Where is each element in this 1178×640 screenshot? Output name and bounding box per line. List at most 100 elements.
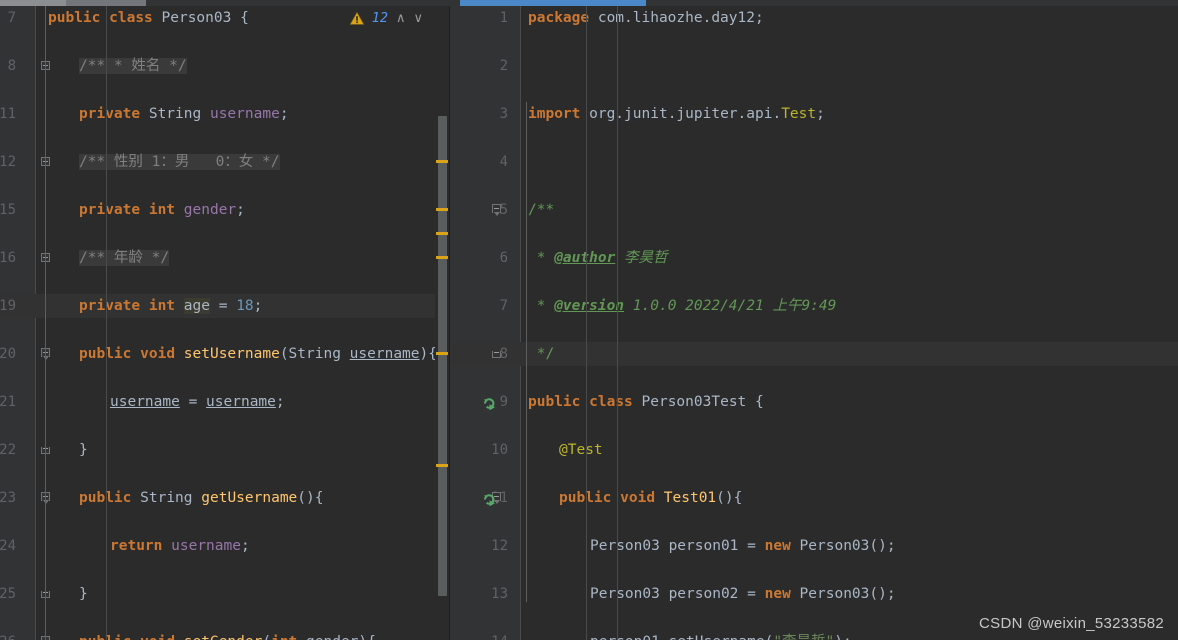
line-number: 4	[499, 154, 508, 170]
code-line[interactable]: 4	[450, 150, 1178, 174]
code-text[interactable]: public void Test01(){	[528, 486, 742, 510]
token-kw: new	[764, 538, 791, 554]
token-kw: public	[48, 10, 101, 26]
warning-marker[interactable]	[436, 160, 448, 163]
code-line[interactable]: 12 Person03 person01 = new Person03();	[450, 534, 1178, 558]
left-editor-pane[interactable]: 7 public class Person03 {8/** * 姓名 */11 pr…	[0, 6, 449, 640]
token-kw: package	[528, 10, 590, 26]
warning-marker[interactable]	[436, 352, 448, 355]
token-plain: ;	[253, 298, 263, 314]
code-text[interactable]: Person03 person02 = new Person03();	[528, 582, 896, 606]
code-text[interactable]: public String getUsername(){	[48, 486, 323, 510]
line-number: 14	[456, 630, 508, 640]
code-text[interactable]: * @author 李昊哲	[528, 246, 668, 270]
indent-guide	[106, 6, 107, 640]
code-text[interactable]: /** 年龄 */	[48, 246, 170, 270]
token-param: gender	[306, 634, 358, 640]
token-hl-ident: age	[183, 298, 210, 314]
right-editor-code-rows[interactable]: 1 package com.lihaozhe.day12; 2 3 import org…	[450, 6, 1178, 640]
token-plain: (	[262, 634, 271, 640]
inspection-widget[interactable]: 12 ∧ ∨	[349, 10, 423, 26]
code-text[interactable]: }	[48, 582, 88, 606]
left-editor-marker-stripe[interactable]	[435, 6, 449, 640]
left-vertical-scrollbar-thumb[interactable]	[438, 116, 447, 596]
left-editor-code-rows[interactable]: 7 public class Person03 {8/** * 姓名 */11 pr…	[0, 6, 449, 640]
token-kw: new	[764, 586, 791, 602]
code-line[interactable]: 20public void setUsername(String usernam…	[0, 342, 449, 366]
warning-marker[interactable]	[436, 256, 448, 259]
fold-collapse-icon[interactable]	[492, 204, 501, 216]
warning-marker[interactable]	[436, 464, 448, 467]
warning-marker[interactable]	[436, 232, 448, 235]
code-line[interactable]: 23 public String getUsername(){	[0, 486, 449, 510]
code-line[interactable]: 10 @Test	[450, 438, 1178, 462]
fold-region-end-icon[interactable]	[492, 351, 501, 358]
run-test-icon[interactable]	[482, 491, 497, 507]
code-line[interactable]: 8 */	[450, 342, 1178, 366]
code-line[interactable]: 15 private int gender;	[0, 198, 449, 222]
token-hl-doc-cmt: /** * 姓名 */	[79, 58, 187, 74]
code-line[interactable]: 7 * @version 1.0.0 2022/4/21 上午9:49	[450, 294, 1178, 318]
code-text[interactable]: */	[528, 342, 554, 366]
warning-marker[interactable]	[436, 208, 448, 211]
code-line[interactable]: 22}	[0, 438, 449, 462]
token-plain: ;	[240, 538, 250, 554]
code-line[interactable]: 8 /** * 姓名 */	[0, 54, 449, 78]
code-line[interactable]: 1 package com.lihaozhe.day12;	[450, 6, 1178, 30]
code-line[interactable]: 25}	[0, 582, 449, 606]
code-text[interactable]: import org.junit.jupiter.api.Test;	[528, 102, 825, 126]
code-text[interactable]: public class Person03Test {	[528, 390, 764, 414]
line-number: 16	[0, 250, 16, 266]
code-line[interactable]: 11public void Test01(){	[450, 486, 1178, 510]
token-kw: private	[79, 298, 141, 314]
previous-problem-button[interactable]: ∧	[396, 10, 406, 26]
code-line[interactable]: 26 public void setGender(int gender){	[0, 630, 449, 640]
token-cls: String	[148, 106, 202, 122]
fold-region-line	[45, 6, 46, 640]
code-line[interactable]: 3 import org.junit.jupiter.api.Test;	[450, 102, 1178, 126]
code-text[interactable]: private int gender;	[48, 198, 245, 222]
line-number: 15	[0, 202, 16, 218]
token-kw: int	[271, 634, 297, 640]
token-doc: /**	[528, 202, 555, 218]
code-text[interactable]: return username;	[48, 534, 250, 558]
code-text[interactable]: package com.lihaozhe.day12;	[528, 6, 764, 30]
code-line[interactable]: 9 public class Person03Test {	[450, 390, 1178, 414]
code-text[interactable]: /**	[528, 198, 554, 222]
code-text[interactable]: /** 性别 1：男 0：女 */	[48, 150, 280, 174]
code-line[interactable]: 24 return username;	[0, 534, 449, 558]
next-problem-button[interactable]: ∨	[413, 10, 423, 26]
code-line[interactable]: 6 * @author 李昊哲	[450, 246, 1178, 270]
code-line[interactable]: 11 private String username;	[0, 102, 449, 126]
code-text[interactable]: private int age = 18;	[48, 294, 262, 318]
code-line[interactable]: 5/**	[450, 198, 1178, 222]
code-line[interactable]: 12 /** 性别 1：男 0：女 */	[0, 150, 449, 174]
code-line[interactable]: 13 Person03 person02 = new Person03();	[450, 582, 1178, 606]
code-text[interactable]: private String username;	[48, 102, 289, 126]
code-text[interactable]: public void setGender(int gender){	[48, 630, 376, 640]
code-text[interactable]: Person03 person01 = new Person03();	[528, 534, 896, 558]
code-text[interactable]: public class Person03 {	[48, 6, 249, 30]
code-line[interactable]: 16 /** 年龄 */	[0, 246, 449, 270]
right-editor-pane[interactable]: 1 package com.lihaozhe.day12; 2 3 import org…	[449, 6, 1178, 640]
code-text[interactable]: * @version 1.0.0 2022/4/21 上午9:49	[528, 294, 837, 318]
code-line[interactable]: 21 username = username;	[0, 390, 449, 414]
code-text[interactable]: person01.setUsername("李昊哲");	[528, 630, 852, 640]
code-text[interactable]: username = username;	[48, 390, 285, 414]
run-test-icon[interactable]	[482, 395, 497, 411]
code-text[interactable]: }	[48, 438, 88, 462]
code-text[interactable]: /** * 姓名 */	[48, 54, 187, 78]
code-line[interactable]: 19 private int age = 18;	[0, 294, 449, 318]
code-line[interactable]: 2	[450, 54, 1178, 78]
code-text[interactable]: @Test	[528, 438, 603, 462]
line-number: 23	[0, 490, 16, 506]
